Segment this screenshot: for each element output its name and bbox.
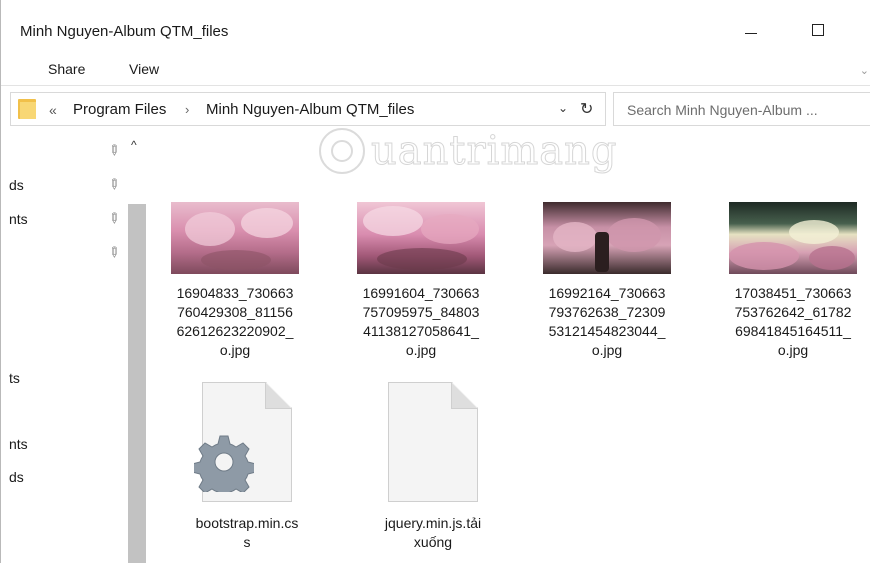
file-name: 16991604_730663 757095975_84803 4113812705… [362,285,480,358]
refresh-icon[interactable]: ↻ [580,99,593,119]
maximize-button[interactable] [795,15,841,45]
file-item-image[interactable]: 16904833_730663 760429308_81156 6261262322… [160,202,310,372]
file-name: 17038451_730663 753762642_61782 6984184516… [734,285,852,358]
nav-item[interactable]: ds [9,177,24,193]
nav-scrollbar[interactable]: ^ [128,138,146,563]
ribbon-expand-icon[interactable]: ⌄ [860,64,869,77]
breadcrumb-program-files[interactable]: Program Files [73,101,166,118]
gear-icon [194,435,254,492]
maximize-icon [812,24,824,36]
nav-item[interactable]: nts [9,436,28,452]
file-item-image[interactable]: 16991604_730663 757095975_84803 4113812705… [346,202,496,372]
file-list: 16904833_730663 760429308_81156 6261262322… [151,130,870,563]
search-input[interactable]: Search Minh Nguyen-Album ... [613,92,870,126]
navigation-pane: ^ ✎ ✎ ✎ ✎ ds nts ts nts ds [1,130,147,563]
pin-icon[interactable]: ✎ [104,208,124,228]
tab-share[interactable]: Share [48,61,85,77]
document-icon [388,382,478,502]
image-thumbnail [729,202,857,274]
image-thumbnail [543,202,671,274]
file-explorer-window: Minh Nguyen-Album QTM_files Share View ⌄… [0,0,870,563]
file-item-generic[interactable]: jquery.min.js.tải xuống [358,382,508,554]
minimize-button[interactable] [728,15,774,45]
window-title: Minh Nguyen-Album QTM_files [20,23,229,40]
file-name: 16992164_730663 793762638_72309 5312145482… [548,285,666,358]
address-dropdown-icon[interactable]: ⌄ [558,101,568,115]
title-bar: Minh Nguyen-Album QTM_files [1,0,870,50]
pin-icon[interactable]: ✎ [104,174,124,194]
file-item-image[interactable]: 17038451_730663 753762642_61782 6984184516… [718,202,868,372]
search-placeholder: Search Minh Nguyen-Album ... [627,102,818,118]
document-icon [194,382,292,502]
scroll-up-icon[interactable]: ^ [131,138,137,152]
file-item-css[interactable]: bootstrap.min.cs s [172,382,322,554]
file-name: jquery.min.js.tải xuống [384,515,482,550]
file-name: 16904833_730663 760429308_81156 6261262322… [176,285,294,358]
nav-item[interactable]: nts [9,211,28,227]
address-bar[interactable]: « Program Files › Minh Nguyen-Album QTM_… [10,92,606,126]
nav-item[interactable]: ds [9,469,24,485]
file-item-image[interactable]: 16992164_730663 793762638_72309 5312145482… [532,202,682,372]
image-thumbnail [357,202,485,274]
image-thumbnail [171,202,299,274]
scrollbar-thumb[interactable] [128,204,146,563]
ribbon-tabs: Share View ⌄ [1,52,870,86]
pin-icon[interactable]: ✎ [104,140,124,160]
tab-view[interactable]: View [129,61,159,77]
breadcrumb-overflow-icon[interactable]: « [49,102,57,118]
file-name: bootstrap.min.cs s [195,515,299,550]
folder-icon [18,99,36,119]
pin-icon[interactable]: ✎ [104,242,124,262]
nav-item[interactable]: ts [9,370,20,386]
breadcrumb-current-folder[interactable]: Minh Nguyen-Album QTM_files [206,101,414,118]
breadcrumb-separator-icon[interactable]: › [185,102,189,117]
minimize-icon [745,32,757,34]
